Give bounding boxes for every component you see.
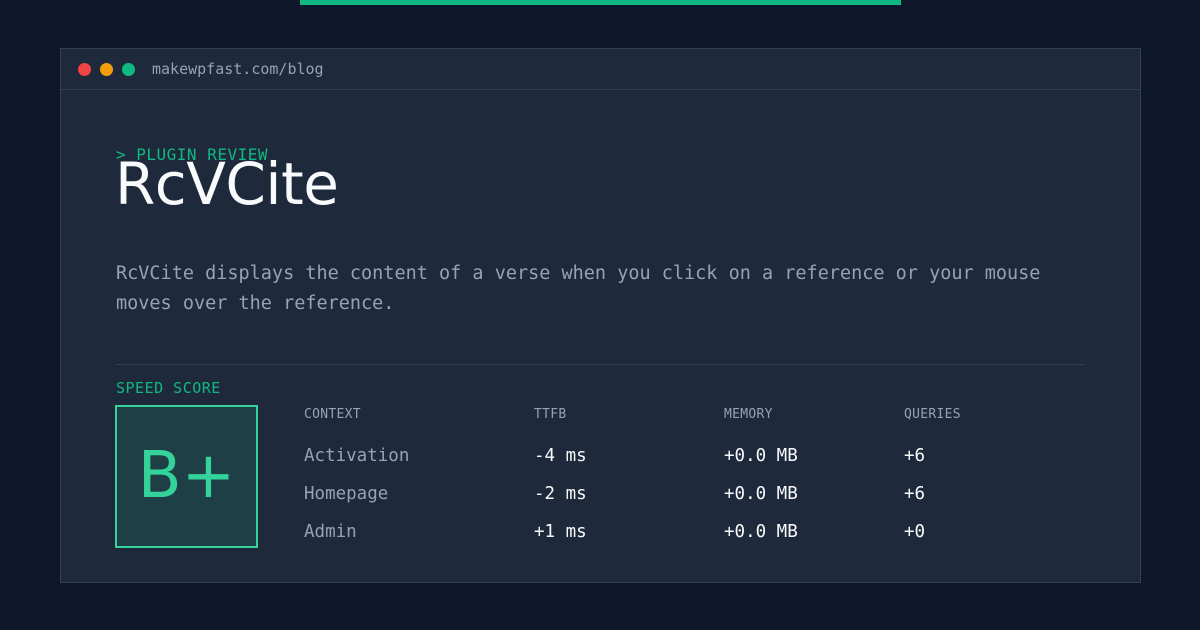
column-header-queries: QUERIES xyxy=(904,407,961,422)
row-admin-context: Admin xyxy=(304,522,357,542)
close-dot-icon[interactable] xyxy=(78,63,91,76)
row-activation-ttfb: -4 ms xyxy=(534,446,587,466)
top-accent-bar xyxy=(300,0,901,5)
row-homepage-queries: +6 xyxy=(904,484,926,504)
row-homepage-context: Homepage xyxy=(304,484,389,504)
row-homepage-ttfb: -2 ms xyxy=(534,484,587,504)
row-admin-ttfb: +1 ms xyxy=(534,522,587,542)
plugin-description: RcVCite displays the content of a verse … xyxy=(116,263,1041,314)
browser-window: makewpfast.com/blog > PLUGIN REVIEW RcVC… xyxy=(60,48,1141,583)
section-divider xyxy=(116,364,1085,365)
column-header-memory: MEMORY xyxy=(724,407,773,422)
row-activation-memory: +0.0 MB xyxy=(724,446,798,466)
maximize-dot-icon[interactable] xyxy=(122,63,135,76)
row-activation-queries: +6 xyxy=(904,446,926,466)
page-title: RcVCite xyxy=(115,150,339,218)
row-admin-memory: +0.0 MB xyxy=(724,522,798,542)
speed-score-label: SPEED SCORE xyxy=(116,379,221,397)
speed-score-grade: B+ xyxy=(137,439,236,513)
row-homepage-memory: +0.0 MB xyxy=(724,484,798,504)
speed-score-badge: B+ xyxy=(115,405,258,548)
column-header-ttfb: TTFB xyxy=(534,407,567,422)
minimize-dot-icon[interactable] xyxy=(100,63,113,76)
column-header-context: CONTEXT xyxy=(304,407,361,422)
row-activation-context: Activation xyxy=(304,446,410,466)
row-admin-queries: +0 xyxy=(904,522,926,542)
address-url[interactable]: makewpfast.com/blog xyxy=(152,59,324,79)
window-titlebar: makewpfast.com/blog xyxy=(61,49,1140,90)
